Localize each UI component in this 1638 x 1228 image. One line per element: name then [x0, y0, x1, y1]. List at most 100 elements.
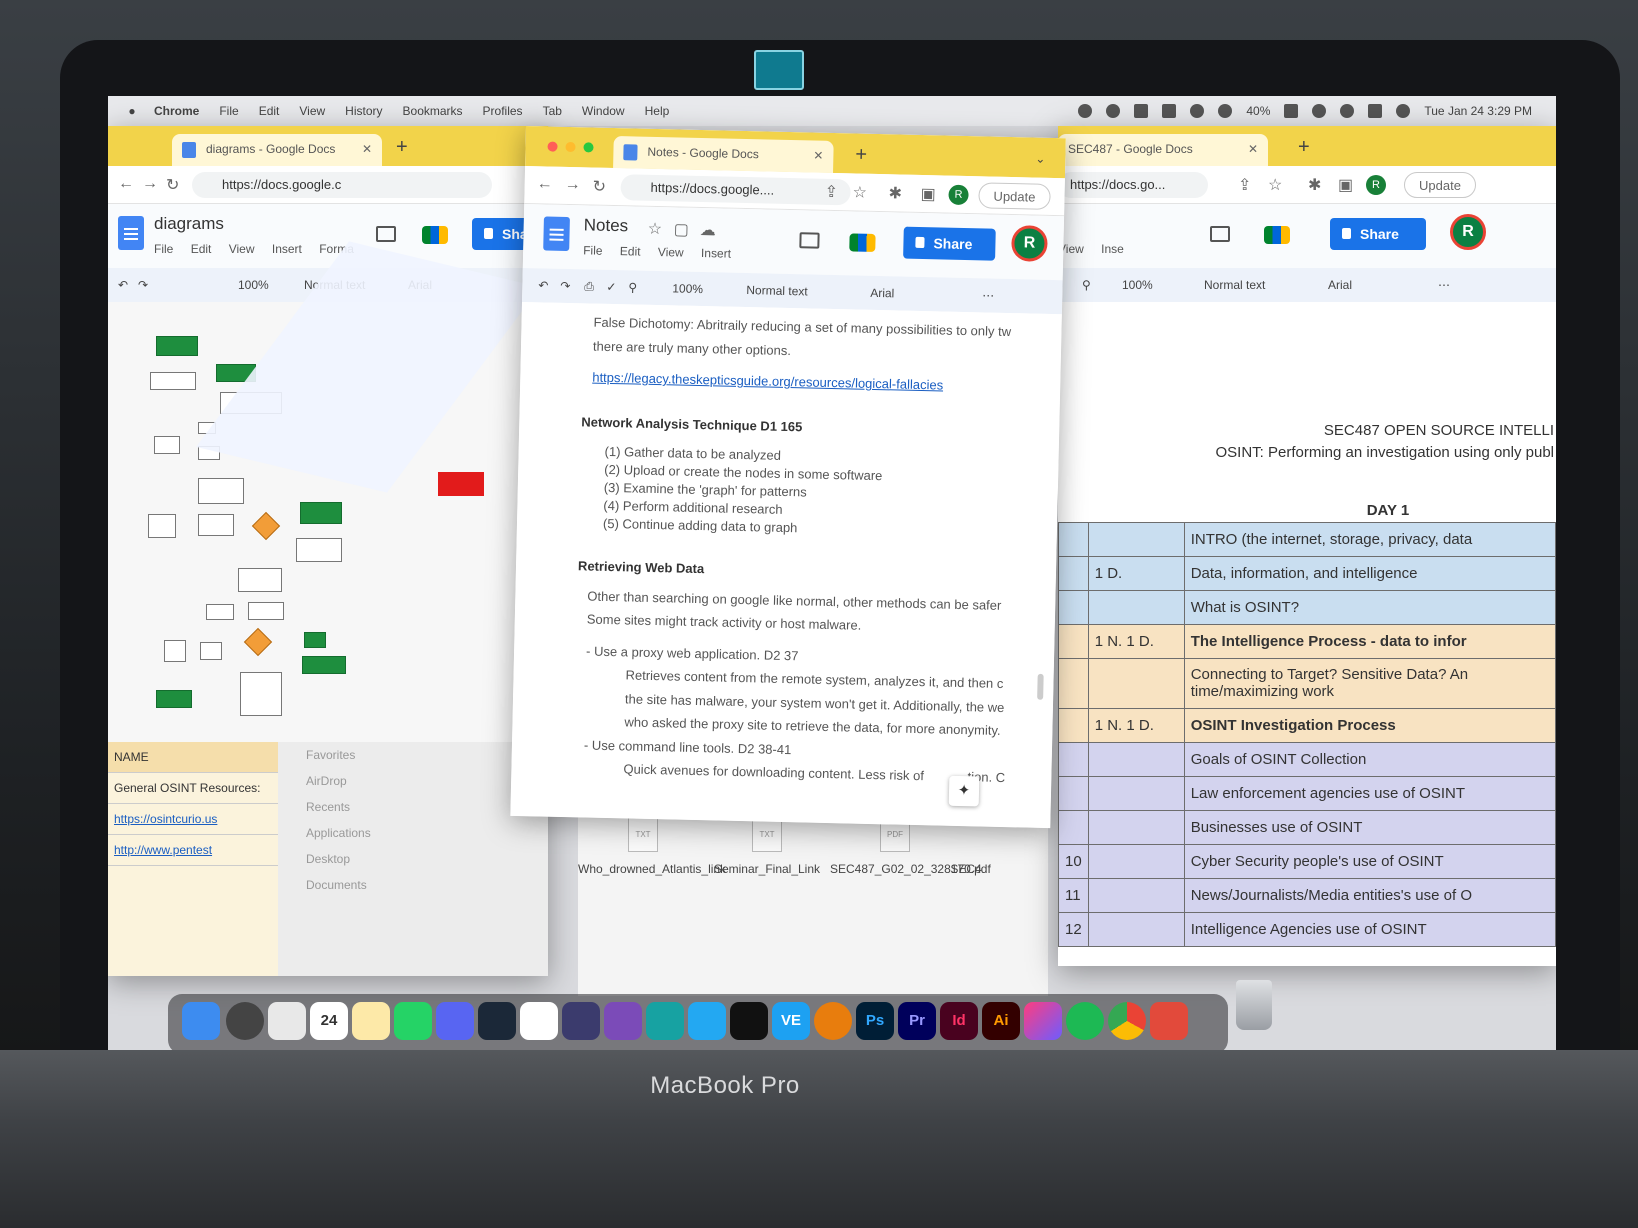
status-headphones-icon[interactable] — [1190, 104, 1205, 118]
new-tab-icon[interactable]: + — [855, 143, 867, 166]
style-select[interactable]: Normal text — [746, 283, 808, 298]
share-page-icon[interactable]: ⇪ — [824, 182, 838, 202]
menu-window[interactable]: Window — [582, 104, 625, 118]
docs-menu-file[interactable]: File — [583, 243, 603, 257]
docs-menu-view[interactable]: View — [229, 242, 255, 256]
docs-menu-insert[interactable]: Insert — [701, 246, 731, 261]
menu-history[interactable]: History — [345, 104, 382, 118]
redo-icon[interactable]: ↷ — [138, 278, 148, 292]
new-tab-icon[interactable]: + — [396, 136, 408, 159]
docs-menu-file[interactable]: File — [154, 242, 173, 256]
indesign-icon[interactable]: Id — [940, 1002, 978, 1040]
battery-percent[interactable]: 40% — [1246, 104, 1270, 118]
address-bar[interactable]: https://docs.google.... — [620, 174, 851, 206]
spotify-icon[interactable] — [1066, 1002, 1104, 1040]
discord-icon[interactable] — [436, 1002, 474, 1040]
address-bar[interactable]: https://docs.go... — [1058, 172, 1208, 198]
osintcurious-link[interactable]: https://osintcurio.us — [114, 812, 217, 826]
menu-edit[interactable]: Edit — [259, 104, 280, 118]
illustrator-icon[interactable]: Ai — [982, 1002, 1020, 1040]
menu-help[interactable]: Help — [645, 104, 670, 118]
tab-sec487[interactable]: SEC487 - Google Docs ✕ — [1058, 134, 1268, 166]
profile-avatar[interactable]: R — [1366, 175, 1386, 195]
address-bar[interactable]: https://docs.google.c — [192, 172, 492, 198]
undo-icon[interactable]: ↶ — [538, 278, 548, 292]
status-message-icon[interactable] — [1162, 104, 1177, 118]
share-button[interactable]: Share — [903, 226, 996, 261]
new-tab-icon[interactable]: + — [1298, 136, 1310, 159]
reload-icon[interactable]: ↻ — [592, 177, 606, 197]
file-item[interactable]: TXT Seminar_Final_Link — [702, 816, 832, 878]
docs-menu-edit[interactable]: Edit — [191, 242, 212, 256]
menu-profiles[interactable]: Profiles — [483, 104, 523, 118]
extensions-icon[interactable]: ✱ — [888, 183, 902, 203]
update-button[interactable]: Update — [978, 182, 1051, 210]
skeptics-guide-link[interactable]: https://legacy.theskepticsguide.org/reso… — [592, 370, 943, 393]
update-button[interactable]: Update — [1404, 172, 1476, 198]
row-topic[interactable]: Businesses use of OSINT — [1183, 810, 1556, 845]
undo-icon[interactable]: ↶ — [118, 278, 128, 292]
status-creative-cloud-icon[interactable] — [1106, 104, 1121, 118]
meet-icon[interactable] — [1264, 226, 1290, 244]
row-topic[interactable]: Cyber Security people's use of OSINT — [1183, 844, 1556, 879]
tab-diagrams[interactable]: diagrams - Google Docs ✕ — [172, 134, 382, 166]
pentest-standard-link[interactable]: http://www.pentest — [114, 843, 212, 857]
finder-documents[interactable]: Documents — [278, 872, 548, 898]
blender-icon[interactable] — [814, 1002, 852, 1040]
row-topic[interactable]: What is OSINT? — [1183, 590, 1556, 625]
app-red-icon[interactable] — [1150, 1002, 1188, 1040]
status-app-icon[interactable] — [1078, 104, 1093, 118]
premiere-icon[interactable]: Pr — [898, 1002, 936, 1040]
notion-icon[interactable] — [520, 1002, 558, 1040]
calendar-icon[interactable]: 24 — [310, 1002, 348, 1040]
close-tab-icon[interactable]: ✕ — [813, 149, 823, 163]
bookmark-star-icon[interactable]: ☆ — [852, 182, 867, 202]
docs-logo-icon[interactable] — [543, 216, 570, 252]
account-avatar[interactable]: R — [1011, 225, 1048, 262]
vscode-icon[interactable] — [688, 1002, 726, 1040]
battery-icon[interactable] — [1284, 104, 1299, 118]
status-m-icon[interactable] — [1134, 104, 1149, 118]
back-icon[interactable]: ← — [536, 175, 552, 193]
ve-app-icon[interactable]: VE — [772, 1002, 810, 1040]
doc-title[interactable]: diagrams — [154, 214, 224, 234]
spellcheck-icon[interactable]: ✓ — [606, 280, 616, 294]
arduino-icon[interactable] — [646, 1002, 684, 1040]
zoom-select[interactable]: 100% — [238, 278, 269, 292]
notes-app-icon[interactable] — [352, 1002, 390, 1040]
share-button[interactable]: Share — [1330, 218, 1426, 250]
row-topic[interactable]: Intelligence Agencies use of OSINT — [1183, 912, 1556, 947]
tab-search-chevron-icon[interactable]: ⌄ — [1035, 152, 1045, 166]
close-tab-icon[interactable]: ✕ — [1248, 142, 1258, 156]
photoshop-icon[interactable]: Ps — [856, 1002, 894, 1040]
row-topic[interactable]: Connecting to Target? Sensitive Data? An… — [1183, 658, 1556, 709]
comment-icon[interactable] — [1210, 226, 1230, 242]
paint-format-icon[interactable]: ⚲ — [628, 280, 637, 294]
docs-menu-insert[interactable]: Inse — [1101, 242, 1124, 256]
share-page-icon[interactable]: ⇪ — [1238, 175, 1251, 195]
grid-apps-icon[interactable] — [268, 1002, 306, 1040]
meet-icon[interactable] — [422, 226, 448, 244]
sidepanel-icon[interactable]: ▣ — [1338, 175, 1353, 195]
doc-scrollbar[interactable] — [1037, 673, 1044, 700]
star-doc-icon[interactable]: ☆ — [647, 219, 662, 239]
back-icon[interactable]: ← — [118, 175, 134, 193]
finder-desktop[interactable]: Desktop — [278, 846, 548, 872]
creative-cloud-icon[interactable] — [1024, 1002, 1062, 1040]
file-item[interactable]: TXT Who_drowned_Atlantis_link — [578, 816, 726, 878]
extensions-icon[interactable]: ✱ — [1308, 175, 1321, 195]
menubar-clock[interactable]: Tue Jan 24 3:29 PM — [1424, 104, 1532, 118]
more-options-icon[interactable]: ⋯ — [1438, 278, 1450, 292]
minimize-window-icon[interactable] — [565, 141, 576, 153]
finder-applications[interactable]: Applications — [278, 820, 548, 846]
row-topic[interactable]: Goals of OSINT Collection — [1183, 742, 1556, 777]
row-topic[interactable]: The Intelligence Process - data to infor — [1183, 624, 1556, 659]
row-topic[interactable]: Data, information, and intelligence — [1183, 556, 1556, 591]
control-center-icon[interactable] — [1368, 104, 1383, 118]
zoom-select[interactable]: 100% — [672, 281, 703, 296]
status-clock-icon[interactable] — [1218, 104, 1233, 118]
finder-airdrop[interactable]: AirDrop — [278, 768, 548, 794]
wifi-icon[interactable] — [1312, 104, 1327, 118]
menu-view[interactable]: View — [299, 104, 325, 118]
chrome-icon[interactable] — [1108, 1002, 1146, 1040]
